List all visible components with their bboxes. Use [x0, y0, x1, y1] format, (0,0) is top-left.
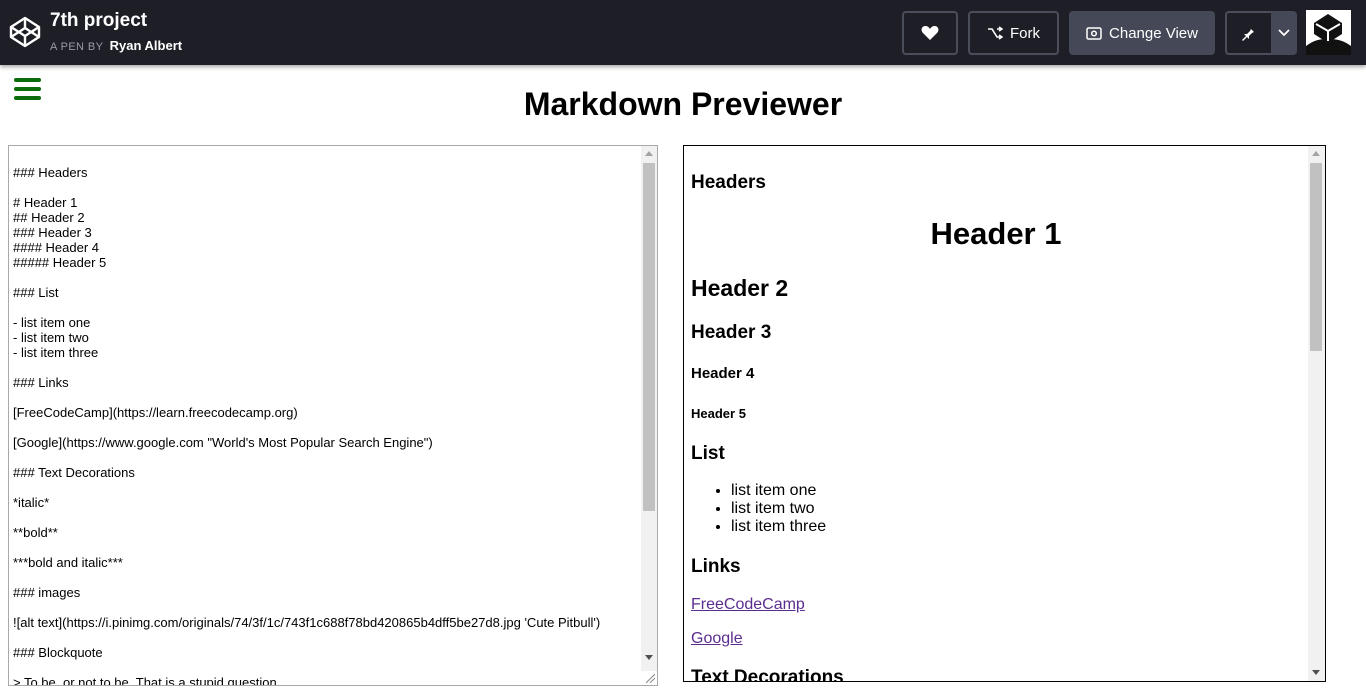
editor-line[interactable] [13, 480, 641, 495]
preview-h2: Header 2 [691, 275, 789, 301]
editor-line[interactable]: # Header 1 [13, 195, 641, 210]
avatar-image [1306, 10, 1351, 55]
editor-line[interactable] [13, 600, 641, 615]
pen-byline: A PEN BY Ryan Albert [50, 38, 182, 53]
preview-h3-list: List [691, 443, 725, 464]
editor-line[interactable] [13, 510, 641, 525]
preview-h5: Header 5 [691, 406, 746, 421]
editor-line[interactable] [13, 300, 641, 315]
resize-handle-icon[interactable] [646, 674, 655, 683]
editor-line[interactable] [13, 630, 641, 645]
editor-line[interactable]: ### Links [13, 375, 641, 390]
editor-content[interactable]: ### Headers # Header 1 ## Header 2 ### Head… [13, 150, 641, 685]
editor-line[interactable]: ### Text Decorations [13, 465, 641, 480]
heart-icon [921, 25, 939, 40]
codepen-header-bar: 7th project A PEN BY Ryan Albert Fork Ch… [0, 0, 1366, 65]
fork-label: Fork [1010, 24, 1040, 42]
editor-line[interactable]: ## Header 2 [13, 210, 641, 225]
link-freecodecamp[interactable]: FreeCodeCamp [691, 596, 805, 614]
list-item: list item one [731, 482, 826, 500]
pin-icon [1242, 25, 1254, 41]
scroll-down-arrow-icon[interactable] [645, 655, 653, 660]
chevron-down-icon [1278, 29, 1290, 37]
fork-icon [988, 26, 1003, 40]
fork-button[interactable]: Fork [968, 11, 1059, 55]
scroll-up-arrow-icon[interactable] [645, 151, 653, 156]
preview-list: list item one list item two list item th… [691, 482, 826, 536]
editor-line[interactable] [13, 660, 641, 675]
editor-line[interactable]: *italic* [13, 495, 641, 510]
editor-line[interactable]: **bold** [13, 525, 641, 540]
editor-line[interactable]: ### Blockquote [13, 645, 641, 660]
preview-h3-headers: Headers [691, 172, 766, 193]
editor-line[interactable] [13, 420, 641, 435]
editor-line[interactable]: - list item two [13, 330, 641, 345]
markdown-preview: Headers Header 1 Header 2 Header 3 Heade… [683, 145, 1326, 682]
change-view-button[interactable]: Change View [1069, 11, 1215, 55]
editor-line[interactable]: > To be, or not to be. That is a stupid … [13, 675, 641, 685]
heart-button[interactable] [902, 11, 958, 55]
scroll-up-arrow-icon[interactable] [1312, 151, 1320, 156]
change-view-icon [1086, 26, 1102, 40]
preview-h3-links: Links [691, 556, 741, 577]
user-avatar[interactable] [1306, 10, 1351, 55]
editor-line[interactable]: ### List [13, 285, 641, 300]
editor-line[interactable] [13, 540, 641, 555]
list-item: list item three [731, 518, 826, 536]
editor-line[interactable]: ***bold and italic*** [13, 555, 641, 570]
editor-line[interactable]: [Google](https://www.google.com "World's… [13, 435, 641, 450]
editor-line[interactable] [13, 360, 641, 375]
editor-line[interactable]: [FreeCodeCamp](https://learn.freecodecam… [13, 405, 641, 420]
editor-line[interactable] [13, 570, 641, 585]
markdown-editor[interactable]: ### Headers # Header 1 ## Header 2 ### Head… [8, 145, 658, 686]
byline-prefix: A PEN BY [50, 41, 104, 53]
editor-line[interactable] [13, 150, 641, 165]
scroll-down-arrow-icon[interactable] [1312, 670, 1320, 675]
editor-line[interactable] [13, 390, 641, 405]
editor-line[interactable] [13, 180, 641, 195]
codepen-logo-icon[interactable] [9, 16, 41, 48]
editor-line[interactable]: ### images [13, 585, 641, 600]
editor-line[interactable]: - list item one [13, 315, 641, 330]
pen-title: 7th project [50, 10, 148, 31]
preview-scrollbar[interactable] [1308, 146, 1325, 681]
page-title: Markdown Previewer [523, 86, 843, 122]
preview-h4: Header 4 [691, 365, 755, 382]
pin-button[interactable] [1225, 11, 1271, 55]
link-google[interactable]: Google [691, 630, 743, 648]
editor-line[interactable]: ### Headers [13, 165, 641, 180]
change-view-label: Change View [1109, 24, 1198, 42]
editor-line[interactable]: ### Header 3 [13, 225, 641, 240]
editor-line[interactable] [13, 270, 641, 285]
preview-h3: Header 3 [691, 322, 772, 343]
editor-scrollbar[interactable] [641, 146, 657, 671]
editor-line[interactable]: - list item three [13, 345, 641, 360]
preview-h1: Header 1 [930, 216, 1062, 251]
list-item: list item two [731, 500, 826, 518]
preview-h3-text-decorations: Text Decorations [691, 667, 844, 682]
author-link[interactable]: Ryan Albert [110, 38, 182, 53]
pin-dropdown-button[interactable] [1271, 11, 1297, 55]
preview-scroll-thumb[interactable] [1310, 163, 1322, 351]
editor-line[interactable] [13, 450, 641, 465]
editor-line[interactable]: #### Header 4 [13, 240, 641, 255]
editor-scroll-thumb[interactable] [643, 163, 655, 511]
editor-line[interactable]: ##### Header 5 [13, 255, 641, 270]
editor-line[interactable]: ![alt text](https://i.pinimg.com/origina… [13, 615, 641, 630]
